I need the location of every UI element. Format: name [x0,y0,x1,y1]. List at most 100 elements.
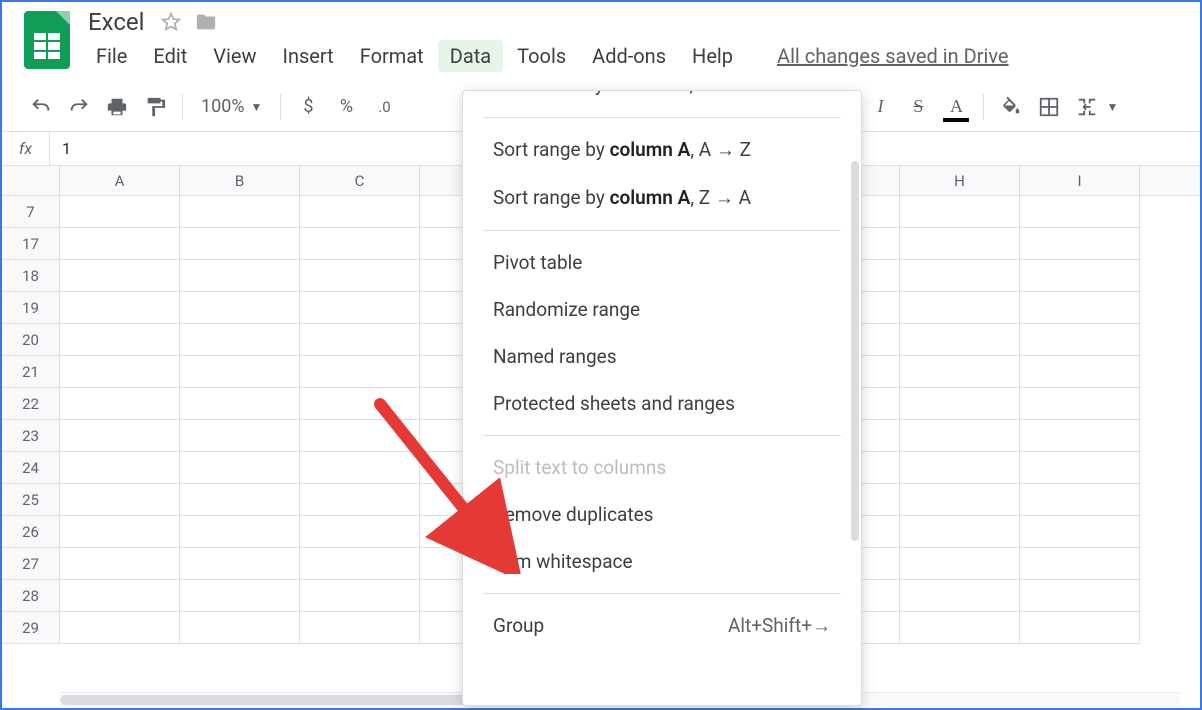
row-header[interactable]: 25 [2,484,60,516]
menu-item-trim-whitespace[interactable]: Trim whitespace [463,538,861,585]
column-header-b[interactable]: B [180,166,300,195]
cell[interactable] [300,516,420,548]
cell[interactable] [1020,452,1140,484]
cell[interactable] [1020,548,1140,580]
menu-tools[interactable]: Tools [505,40,578,72]
menu-data[interactable]: Data [438,40,503,72]
cell[interactable] [300,292,420,324]
undo-button[interactable] [22,88,60,126]
percent-button[interactable]: % [327,88,365,126]
cell[interactable] [180,580,300,612]
merge-cells-button[interactable] [1068,88,1106,126]
menu-item-randomize-range[interactable]: Randomize range [463,286,861,333]
cell[interactable] [1020,420,1140,452]
cell[interactable] [180,484,300,516]
cell[interactable] [60,292,180,324]
row-header[interactable]: 19 [2,292,60,324]
dropdown-scrollbar[interactable] [851,161,859,541]
row-header[interactable]: 29 [2,612,60,644]
cell[interactable] [1020,324,1140,356]
cell[interactable] [60,516,180,548]
cell[interactable] [180,388,300,420]
menu-file[interactable]: File [84,40,139,72]
column-header-h[interactable]: H [900,166,1020,195]
cell[interactable] [1020,388,1140,420]
italic-button[interactable]: I [861,88,899,126]
borders-button[interactable] [1030,88,1068,126]
cell[interactable] [900,452,1020,484]
menu-item-remove-duplicates[interactable]: Remove duplicates [463,491,861,538]
cell[interactable] [60,356,180,388]
menu-item-sort-range-za[interactable]: Sort range by column A, Z → A [463,174,861,222]
cell[interactable] [1020,260,1140,292]
row-header[interactable]: 17 [2,228,60,260]
decrease-decimal-button[interactable]: .0 [365,88,403,126]
cell[interactable] [60,228,180,260]
cell[interactable] [900,548,1020,580]
cell[interactable] [180,420,300,452]
document-title[interactable]: Excel [84,8,148,36]
cell[interactable] [1020,228,1140,260]
folder-icon[interactable] [194,11,218,33]
row-header[interactable]: 22 [2,388,60,420]
cell[interactable] [900,196,1020,228]
cell[interactable] [900,580,1020,612]
cell[interactable] [60,612,180,644]
cell[interactable] [900,484,1020,516]
cell[interactable] [300,324,420,356]
menu-view[interactable]: View [201,40,268,72]
cell[interactable] [60,388,180,420]
cell[interactable] [180,324,300,356]
menu-add-ons[interactable]: Add-ons [580,40,678,72]
menu-item-sort-sheet-za[interactable]: Sort sheet by column A, Z → A [463,91,861,109]
cell[interactable] [180,292,300,324]
cell[interactable] [300,196,420,228]
column-header-a[interactable]: A [60,166,180,195]
menu-format[interactable]: Format [348,40,436,72]
menu-item-named-ranges[interactable]: Named ranges [463,333,861,380]
menu-item-group[interactable]: Group Alt+Shift+→ [463,602,861,650]
fill-color-button[interactable] [992,88,1030,126]
cell[interactable] [60,420,180,452]
strikethrough-button[interactable]: S [899,88,937,126]
cell[interactable] [60,484,180,516]
cell[interactable] [1020,612,1140,644]
currency-button[interactable]: $ [289,88,327,126]
cell[interactable] [300,612,420,644]
cell[interactable] [60,580,180,612]
cell[interactable] [1020,356,1140,388]
zoom-select[interactable]: 100% ▼ [191,96,272,117]
cell[interactable] [900,516,1020,548]
row-header[interactable]: 28 [2,580,60,612]
redo-button[interactable] [60,88,98,126]
cell[interactable] [300,228,420,260]
column-header-c[interactable]: C [300,166,420,195]
row-header[interactable]: 24 [2,452,60,484]
cell[interactable] [1020,196,1140,228]
cell[interactable] [300,356,420,388]
cell[interactable] [1020,580,1140,612]
cell[interactable] [900,356,1020,388]
cell[interactable] [60,548,180,580]
print-button[interactable] [98,88,136,126]
cell[interactable] [300,548,420,580]
menu-item-sort-range-az[interactable]: Sort range by column A, A → Z [463,126,861,174]
cell[interactable] [900,420,1020,452]
cell[interactable] [300,420,420,452]
menu-help[interactable]: Help [680,40,745,72]
cell[interactable] [180,516,300,548]
cell[interactable] [300,388,420,420]
cell[interactable] [900,228,1020,260]
cell[interactable] [300,580,420,612]
row-header[interactable]: 20 [2,324,60,356]
cell[interactable] [180,228,300,260]
row-header[interactable]: 27 [2,548,60,580]
row-header[interactable]: 23 [2,420,60,452]
cell[interactable] [1020,292,1140,324]
formula-input[interactable]: 1 [50,139,83,158]
cell[interactable] [1020,516,1140,548]
cell[interactable] [60,324,180,356]
row-header[interactable]: 18 [2,260,60,292]
row-header[interactable]: 7 [2,196,60,228]
cell[interactable] [900,292,1020,324]
